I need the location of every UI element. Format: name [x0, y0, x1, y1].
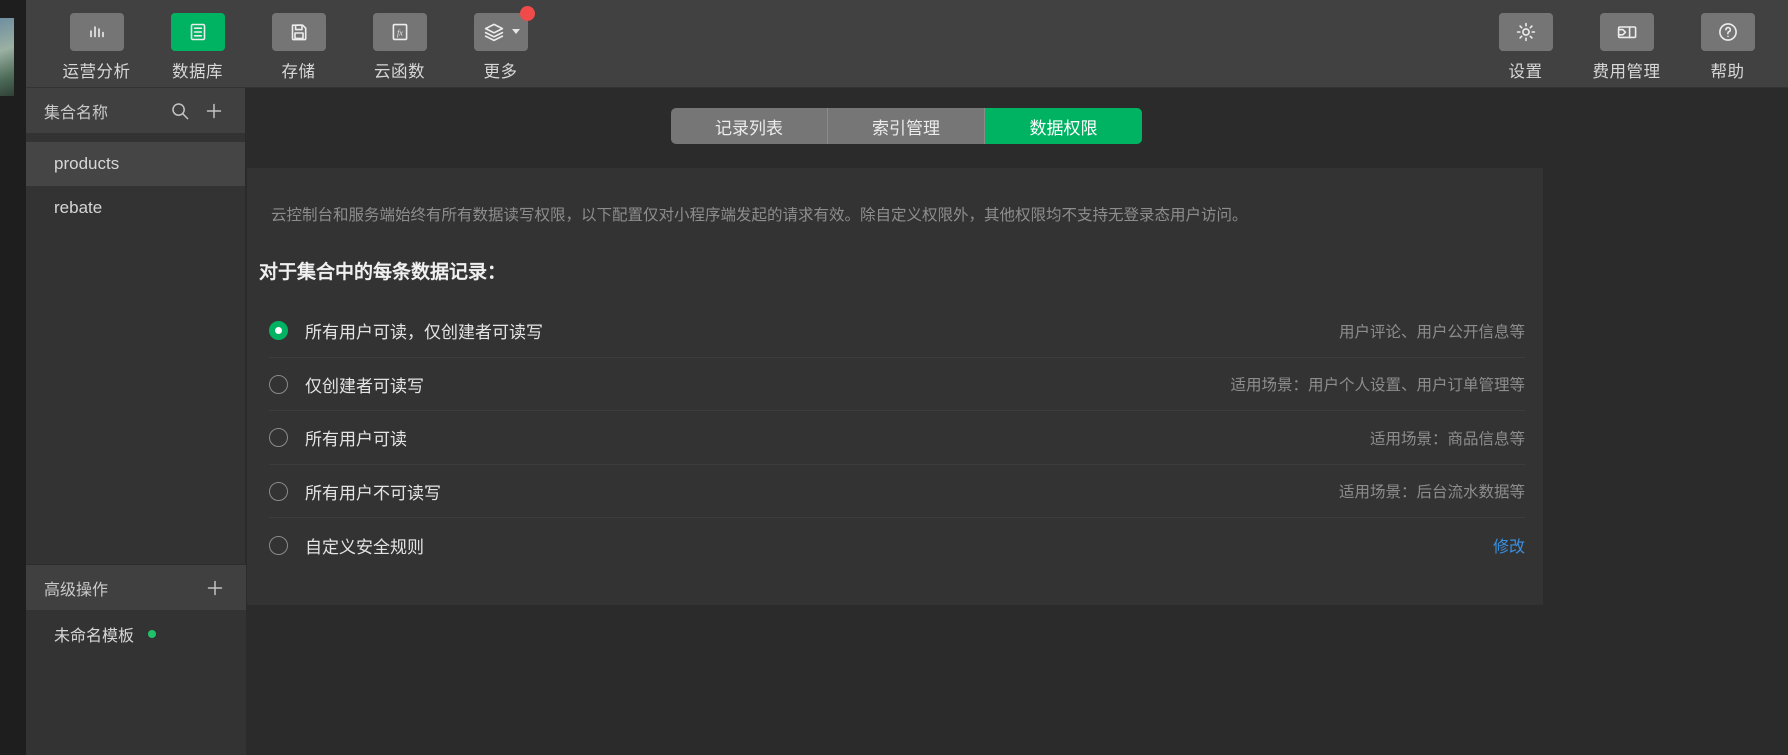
- collection-label: rebate: [54, 198, 103, 217]
- permission-option-row[interactable]: 所有用户可读 适用场景：商品信息等: [269, 411, 1525, 465]
- svg-text:fx: fx: [396, 28, 402, 37]
- sidebar-template-item[interactable]: 未命名模板: [26, 610, 246, 658]
- permission-option-label: 所有用户可读: [305, 430, 407, 449]
- sidebar-collection-products[interactable]: products: [26, 142, 245, 186]
- template-list: 未命名模板: [26, 610, 246, 755]
- search-icon[interactable]: [163, 94, 197, 128]
- toolbar-item-primary-4[interactable]: 更多: [450, 0, 551, 88]
- bar-chart-icon: [69, 12, 124, 51]
- tab-3[interactable]: 数据权限: [985, 108, 1142, 144]
- toolbar-item-secondary-2[interactable]: 帮助: [1677, 0, 1778, 88]
- toolbar-item-label: 存储: [281, 62, 316, 81]
- permission-option-list: 所有用户可读，仅创建者可读写 用户评论、用户公开信息等仅创建者可读写 适用场景：用户…: [247, 304, 1543, 572]
- toolbar-item-label: 帮助: [1710, 62, 1745, 81]
- toolbar-item-primary-3[interactable]: fx 云函数: [349, 0, 450, 88]
- toolbar-item-label: 数据库: [172, 62, 223, 81]
- fx-function-icon: fx: [372, 12, 427, 51]
- app-window: 运营分析 数据库 存储 fx 云函数 更多 设置 费用管理 帮助 集合名称 pr…: [0, 0, 1788, 755]
- add-template-icon[interactable]: [198, 571, 232, 605]
- desktop-left-edge: [0, 0, 26, 755]
- billing-panel-icon: [1599, 12, 1654, 51]
- collections-sidebar: 集合名称 products rebate 高级操作 未命名模板: [26, 88, 246, 755]
- database-icon: [170, 12, 225, 51]
- toolbar-item-label: 设置: [1508, 62, 1543, 81]
- sidebar-collection-rebate[interactable]: rebate: [26, 186, 245, 230]
- permission-option-row[interactable]: 自定义安全规则 修改: [269, 518, 1525, 572]
- toolbar-item-primary-1[interactable]: 数据库: [147, 0, 248, 88]
- permission-option-label: 所有用户可读，仅创建者可读写: [305, 323, 543, 342]
- tab-1[interactable]: 记录列表: [671, 108, 828, 144]
- add-collection-icon[interactable]: [197, 94, 231, 128]
- desktop-wallpaper-sliver: [0, 18, 14, 96]
- permission-option-row[interactable]: 所有用户可读，仅创建者可读写 用户评论、用户公开信息等: [269, 304, 1525, 358]
- main-content: 记录列表 索引管理 数据权限 云控制台和服务端始终有所有数据读写权限，以下配置仅对小…: [247, 88, 1788, 755]
- edit-rule-link[interactable]: 修改: [1493, 533, 1525, 557]
- toolbar-item-label: 费用管理: [1592, 62, 1661, 81]
- collection-label: products: [54, 154, 120, 173]
- sidebar-header: 集合名称: [26, 88, 245, 133]
- advanced-section: 高级操作 未命名模板: [26, 564, 246, 755]
- toolbar-item-label: 云函数: [374, 62, 425, 81]
- permission-option-hint: 适用场景：用户个人设置、用户订单管理等: [1230, 377, 1525, 394]
- radio-button[interactable]: [269, 321, 288, 340]
- toolbar-primary-group: 运营分析 数据库 存储 fx 云函数 更多: [46, 0, 551, 88]
- advanced-header: 高级操作: [26, 564, 246, 610]
- collection-list: products rebate: [26, 133, 245, 230]
- permissions-note: 云控制台和服务端始终有所有数据读写权限，以下配置仅对小程序端发起的请求有效。除自…: [271, 207, 1248, 224]
- template-status-dot: [148, 630, 157, 638]
- notification-badge: [519, 5, 535, 21]
- radio-button[interactable]: [269, 374, 288, 394]
- permission-option-hint: 适用场景：后台流水数据等: [1338, 484, 1525, 501]
- layers-icon: [473, 5, 535, 51]
- save-disk-icon: [271, 12, 326, 51]
- permissions-heading: 对于集合中的每条数据记录：: [259, 262, 507, 284]
- permission-option-hint: 用户评论、用户公开信息等: [1338, 323, 1525, 341]
- permissions-panel: 云控制台和服务端始终有所有数据读写权限，以下配置仅对小程序端发起的请求有效。除自…: [247, 168, 1543, 605]
- sidebar-title: 集合名称: [44, 104, 109, 122]
- permission-option-row[interactable]: 所有用户不可读写 适用场景：后台流水数据等: [269, 465, 1525, 519]
- toolbar-item-primary-2[interactable]: 存储: [248, 0, 349, 88]
- content-tabs: 记录列表 索引管理 数据权限: [671, 108, 1142, 144]
- permission-option-label: 自定义安全规则: [305, 537, 424, 557]
- toolbar-secondary-group: 设置 费用管理 帮助: [1475, 0, 1778, 88]
- chevron-down-icon: [512, 29, 520, 34]
- permission-option-label: 所有用户不可读写: [305, 483, 441, 503]
- advanced-title: 高级操作: [44, 581, 109, 599]
- permission-option-row[interactable]: 仅创建者可读写 适用场景：用户个人设置、用户订单管理等: [269, 358, 1525, 412]
- toolbar-item-secondary-1[interactable]: 费用管理: [1576, 0, 1677, 88]
- toolbar-item-secondary-0[interactable]: 设置: [1475, 0, 1576, 88]
- toolbar-item-label: 运营分析: [62, 62, 131, 81]
- gear-icon: [1498, 12, 1553, 51]
- permission-option-hint: 适用场景：商品信息等: [1369, 430, 1525, 448]
- radio-button[interactable]: [269, 535, 288, 555]
- toolbar-item-label: 更多: [483, 62, 518, 81]
- top-toolbar: 运营分析 数据库 存储 fx 云函数 更多 设置 费用管理 帮助: [26, 0, 1788, 88]
- template-label: 未命名模板: [54, 628, 135, 645]
- question-circle-icon: [1700, 12, 1755, 51]
- radio-button[interactable]: [269, 481, 288, 501]
- permission-option-label: 仅创建者可读写: [305, 376, 424, 396]
- toolbar-item-primary-0[interactable]: 运营分析: [46, 0, 147, 88]
- tab-2[interactable]: 索引管理: [828, 108, 985, 144]
- radio-button[interactable]: [269, 428, 288, 447]
